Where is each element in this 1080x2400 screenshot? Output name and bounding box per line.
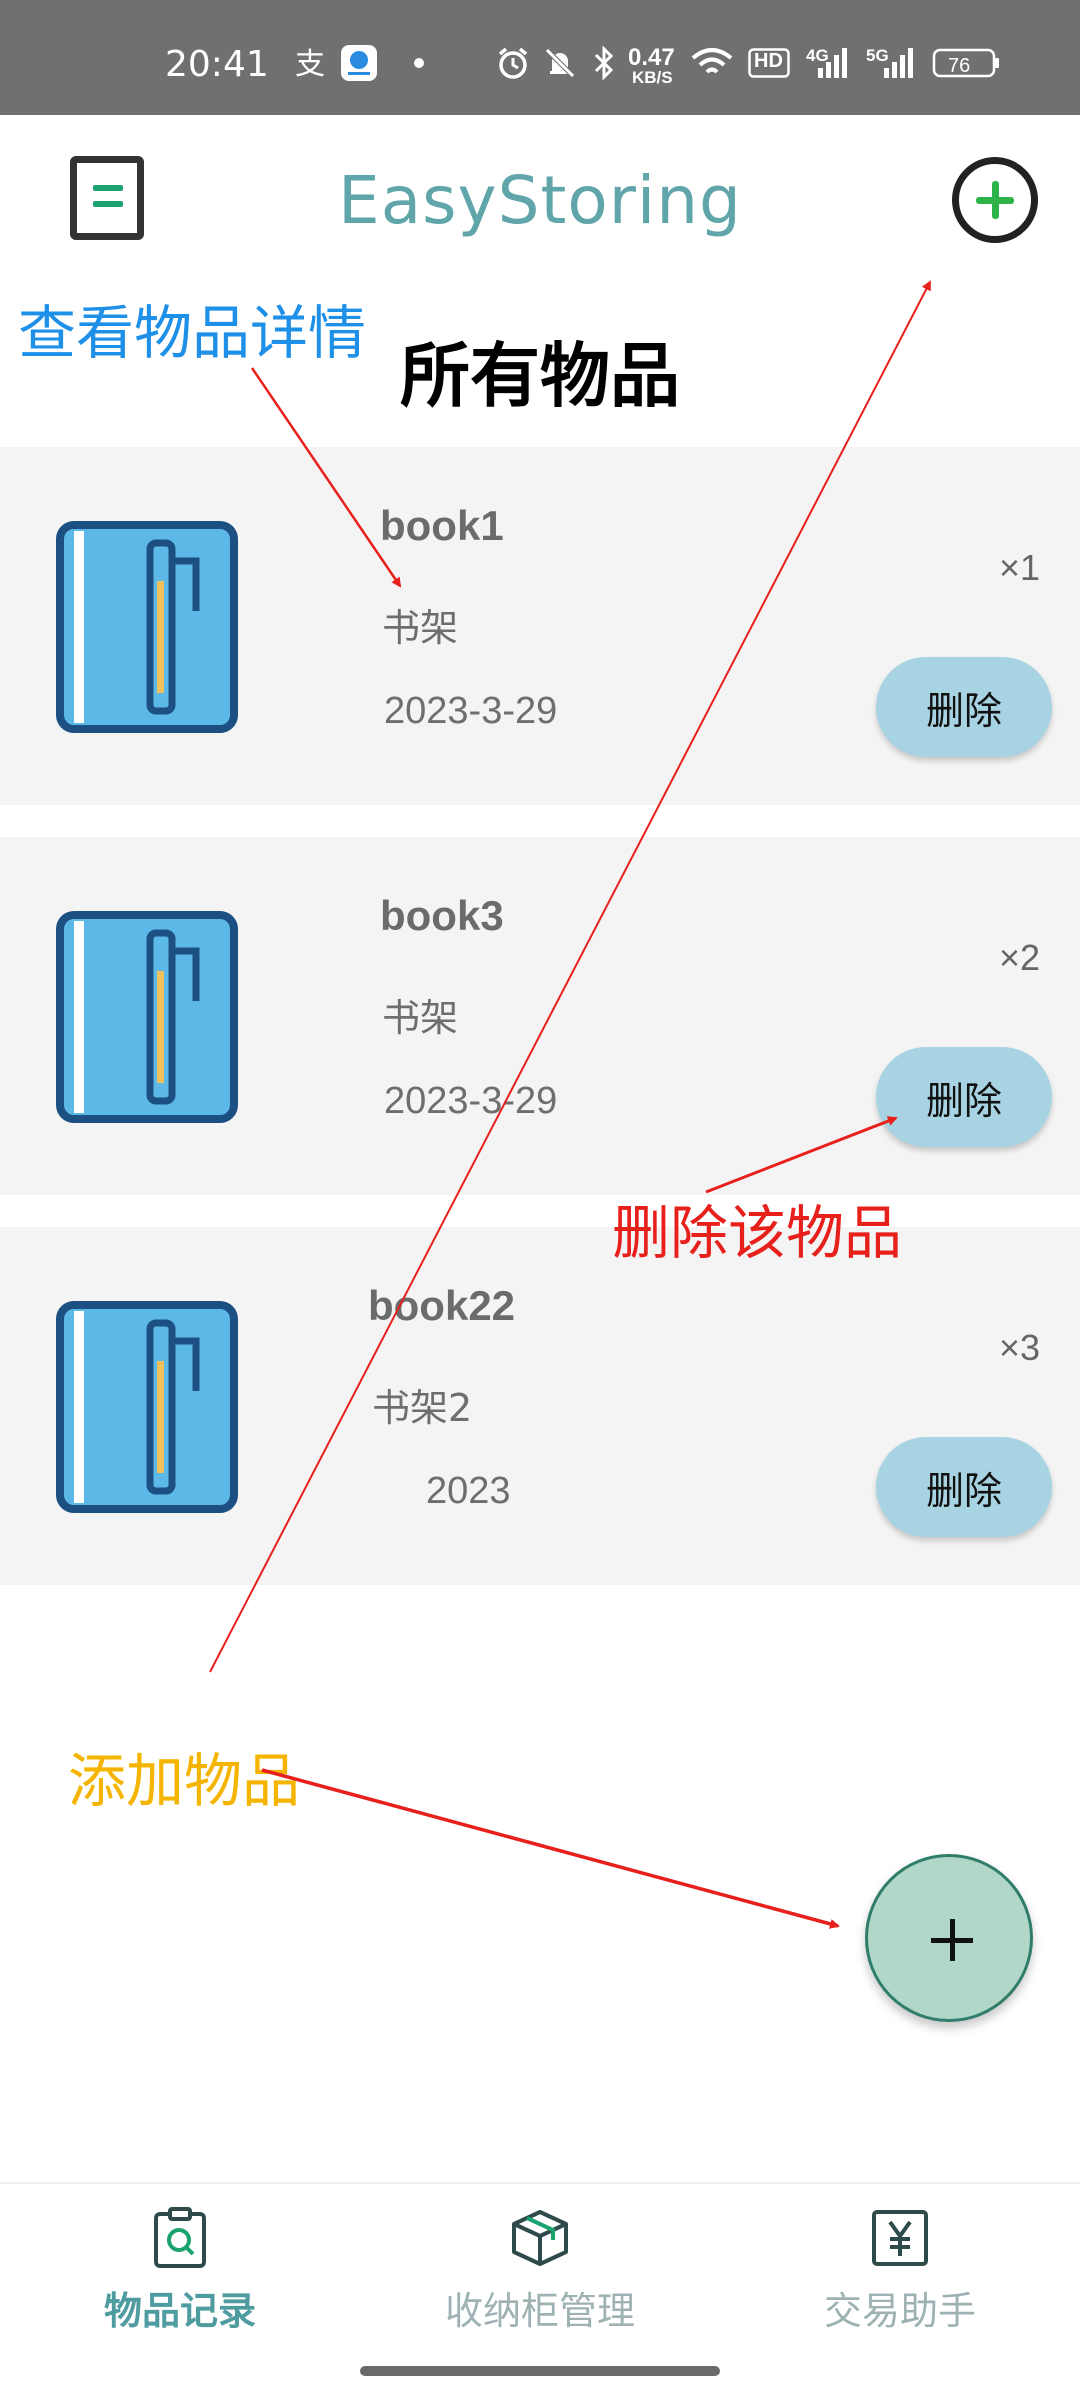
home-indicator[interactable]	[360, 2366, 720, 2376]
item-date: 2023	[426, 1470, 511, 1512]
item-location: 书架2	[372, 1386, 473, 1430]
alarm-icon	[495, 46, 531, 80]
signal-icon-2	[870, 46, 914, 80]
net-speed-unit: KB/S	[632, 68, 673, 87]
nav-label: 收纳柜管理	[444, 2289, 635, 2333]
app-notification-icon	[340, 45, 378, 81]
add-item-fab[interactable]	[865, 1854, 1033, 2022]
item-quantity: ×3	[998, 1327, 1040, 1368]
book-icon	[56, 1301, 238, 1513]
box-icon	[512, 2210, 568, 2266]
item-name: book1	[380, 502, 504, 549]
hd-label: HD	[754, 50, 783, 72]
dot-icon	[412, 46, 426, 80]
item-card[interactable]: book1 书架 2023-3-29 ×1 删除	[0, 447, 1080, 805]
nav-label: 物品记录	[103, 2289, 256, 2333]
status-time: 20:41	[165, 44, 269, 85]
nav-item-cabinet[interactable]: 收纳柜管理	[380, 2206, 700, 2335]
item-quantity: ×2	[998, 937, 1040, 978]
svg-text:支: 支	[295, 47, 325, 80]
nav-item-trade[interactable]: 交易助手	[740, 2206, 1060, 2335]
status-bar: 20:41 支 0.47 KB/S HD 4G 5G 76	[0, 0, 1080, 115]
item-quantity: ×1	[998, 547, 1040, 588]
app-title: EasyStoring	[338, 162, 742, 239]
arrow-to-fab	[261, 1768, 840, 1929]
book-icon	[56, 521, 238, 733]
signal-icon	[808, 46, 848, 80]
bluetooth-icon	[592, 46, 616, 80]
annotation-add-item: 添加物品	[68, 1747, 301, 1815]
add-circle-icon[interactable]	[952, 157, 1038, 243]
item-name: book3	[380, 892, 504, 939]
delete-button[interactable]: 删除	[876, 657, 1052, 757]
item-date: 2023-3-29	[384, 1080, 558, 1122]
book-icon	[56, 911, 238, 1123]
item-date: 2023-3-29	[384, 690, 558, 732]
battery-level: 76	[948, 55, 971, 77]
yen-doc-icon	[872, 2210, 928, 2266]
delete-button[interactable]: 删除	[876, 1047, 1052, 1147]
delete-button[interactable]: 删除	[876, 1437, 1052, 1537]
item-card[interactable]: book22 书架2 2023 ×3 删除	[0, 1227, 1080, 1585]
nav-label: 交易助手	[823, 2289, 976, 2333]
nav-item-records[interactable]: 物品记录	[20, 2206, 340, 2335]
record-clipboard-icon	[154, 2207, 206, 2268]
item-name: book22	[368, 1282, 516, 1329]
mute-icon	[542, 46, 578, 80]
item-location: 书架	[382, 606, 459, 650]
wifi-icon	[690, 46, 734, 80]
item-location: 书架	[382, 996, 459, 1040]
alipay-icon: 支	[292, 46, 328, 80]
annotation-delete-item: 删除该物品	[612, 1199, 903, 1267]
item-card[interactable]: book3 书架 2023-3-29 ×2 删除	[0, 837, 1080, 1195]
annotation-view-details: 查看物品详情	[18, 299, 367, 367]
